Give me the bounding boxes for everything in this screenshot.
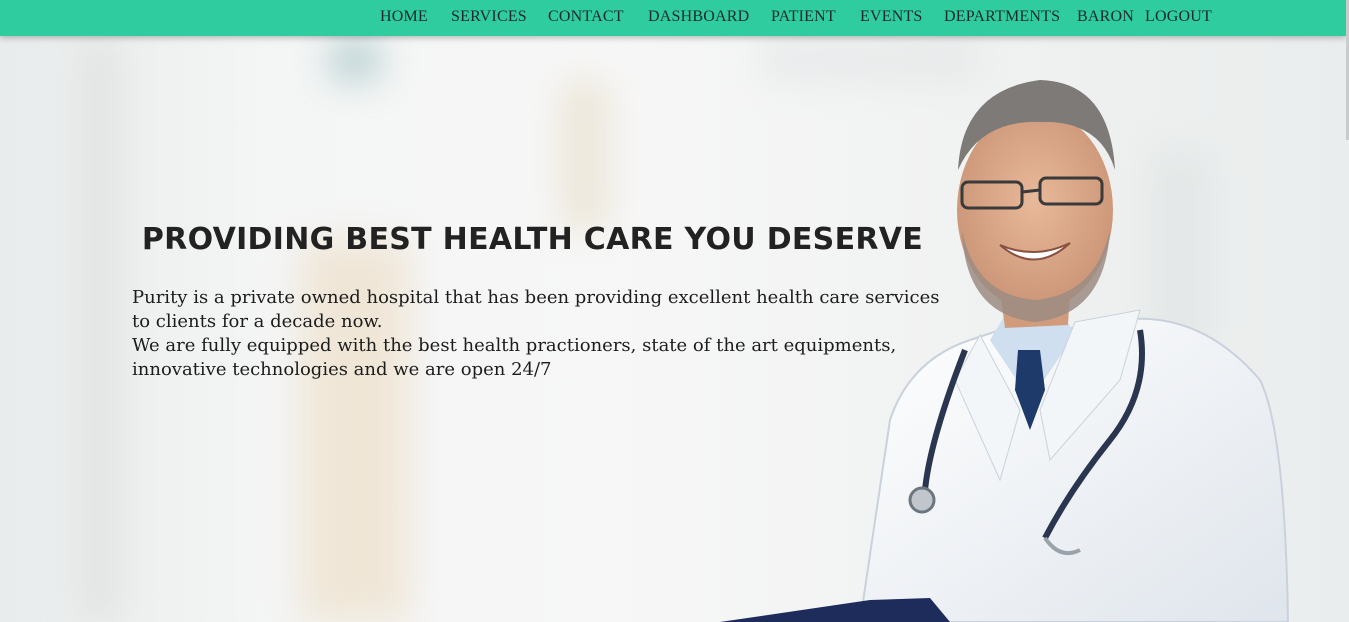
top-navbar: HOME SERVICES CONTACT DASHBOARD PATIENT … <box>0 0 1346 36</box>
doctor-image <box>720 80 1290 622</box>
nav-user-baron[interactable]: BARON <box>1077 8 1134 26</box>
nav-services[interactable]: SERVICES <box>451 8 527 26</box>
nav-patient[interactable]: PATIENT <box>771 8 836 26</box>
nav-events[interactable]: EVENTS <box>860 8 923 26</box>
nav-dashboard[interactable]: DASHBOARD <box>648 8 749 26</box>
nav-home[interactable]: HOME <box>380 8 428 26</box>
nav-departments[interactable]: DEPARTMENTS <box>944 8 1060 26</box>
nav-logout[interactable]: LOGOUT <box>1145 8 1212 26</box>
nav-contact[interactable]: CONTACT <box>548 8 624 26</box>
